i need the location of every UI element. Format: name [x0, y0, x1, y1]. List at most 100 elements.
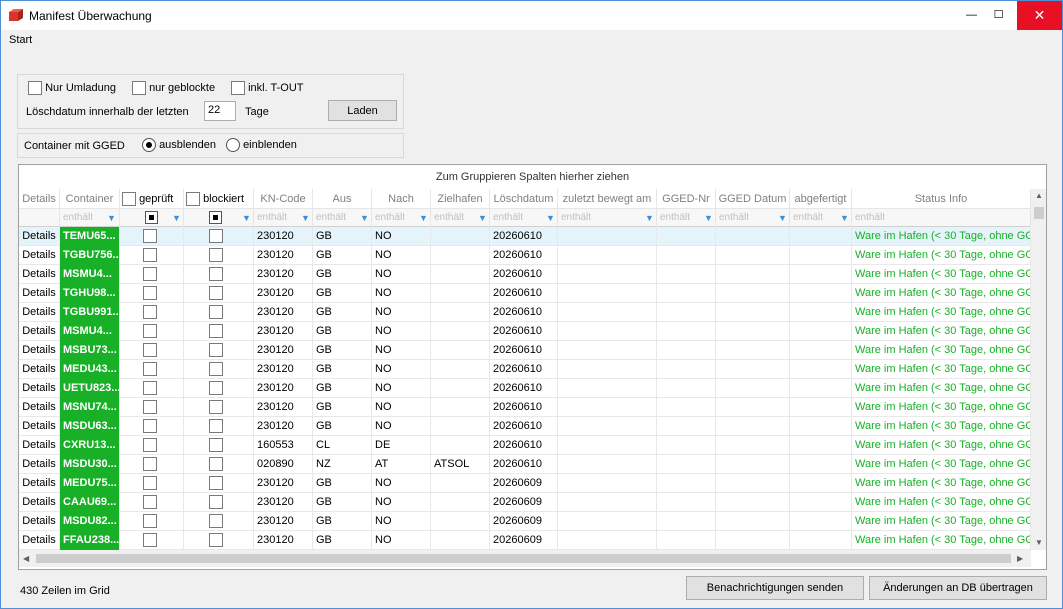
details-button[interactable]: Details: [19, 474, 60, 493]
scroll-left-icon[interactable]: ◀: [23, 554, 29, 563]
filter-status[interactable]: enthält: [852, 209, 1031, 227]
geprueft-checkbox[interactable]: [143, 514, 157, 528]
filter-icon[interactable]: ▼: [704, 213, 713, 223]
blockiert-checkbox[interactable]: [209, 381, 223, 395]
geprueft-checkbox[interactable]: [143, 419, 157, 433]
col-header-blockiert[interactable]: blockiert: [184, 189, 254, 209]
blockiert-checkbox[interactable]: [209, 286, 223, 300]
geprueft-checkbox[interactable]: [143, 229, 157, 243]
table-row[interactable]: Details CAAU69... 230120 GB NO 20260609 Ware i…: [19, 493, 1031, 512]
details-button[interactable]: Details: [19, 455, 60, 474]
filter-geprueft[interactable]: ▼: [120, 209, 184, 227]
filter-icon[interactable]: ▼: [778, 213, 787, 223]
filter-loeschdatum[interactable]: enthält ▼: [490, 209, 558, 227]
table-row[interactable]: Details MSBU73... 230120 GB NO 20260610 Ware i…: [19, 341, 1031, 360]
filter-icon[interactable]: ▼: [645, 213, 654, 223]
blockiert-checkbox[interactable]: [209, 495, 223, 509]
filter-gged-nr[interactable]: enthält ▼: [657, 209, 716, 227]
blockiert-checkbox[interactable]: [209, 457, 223, 471]
geprueft-checkbox[interactable]: [143, 267, 157, 281]
col-header-gged-datum[interactable]: GGED Datum: [716, 189, 790, 209]
geprueft-checkbox[interactable]: [143, 533, 157, 547]
details-button[interactable]: Details: [19, 246, 60, 265]
notify-button[interactable]: Benachrichtigungen senden: [686, 576, 864, 600]
details-button[interactable]: Details: [19, 417, 60, 436]
table-row[interactable]: Details FFAU238... 230120 GB NO 20260609 Ware …: [19, 531, 1031, 550]
gged-ausblenden-radio[interactable]: ausblenden: [142, 138, 216, 152]
col-header-status[interactable]: Status Info: [852, 189, 1031, 209]
laden-button[interactable]: Laden: [328, 100, 397, 121]
table-row[interactable]: Details MSDU63... 230120 GB NO 20260610 Ware i…: [19, 417, 1031, 436]
blockiert-checkbox[interactable]: [209, 248, 223, 262]
col-header-geprueft[interactable]: geprüft: [120, 189, 184, 209]
details-button[interactable]: Details: [19, 531, 60, 550]
scroll-right-icon[interactable]: ▶: [1017, 554, 1023, 563]
geprueft-checkbox[interactable]: [143, 343, 157, 357]
blockiert-checkbox[interactable]: [209, 476, 223, 490]
manifest-grid[interactable]: Zum Gruppieren Spalten hierher ziehen De…: [18, 164, 1047, 570]
table-row[interactable]: Details MEDU43... 230120 GB NO 20260610 Ware i…: [19, 360, 1031, 379]
loeschdatum-days-input[interactable]: 22: [204, 101, 236, 121]
col-header-kn-code[interactable]: KN-Code: [254, 189, 313, 209]
geprueft-checkbox[interactable]: [143, 457, 157, 471]
table-row[interactable]: Details MSMU4... 230120 GB NO 20260610 Ware im…: [19, 265, 1031, 284]
blockiert-checkbox[interactable]: [209, 229, 223, 243]
checkbox-box[interactable]: [132, 81, 146, 95]
blockiert-checkbox[interactable]: [209, 514, 223, 528]
details-button[interactable]: Details: [19, 322, 60, 341]
col-header-container[interactable]: Container: [60, 189, 120, 209]
table-row[interactable]: Details TGBU991... 230120 GB NO 20260610 Ware …: [19, 303, 1031, 322]
geprueft-checkbox[interactable]: [143, 324, 157, 338]
filter-blockiert[interactable]: ▼: [184, 209, 254, 227]
filter-icon[interactable]: ▼: [840, 213, 849, 223]
table-row[interactable]: Details TGHU98... 230120 GB NO 20260610 Ware i…: [19, 284, 1031, 303]
col-header-nach[interactable]: Nach: [372, 189, 431, 209]
table-row[interactable]: Details CXRU13... 160553 CL DE 20260610 Ware i…: [19, 436, 1031, 455]
geprueft-checkbox[interactable]: [143, 305, 157, 319]
table-row[interactable]: Details UETU823... 230120 GB NO 20260610 Ware …: [19, 379, 1031, 398]
col-header-zielhafen[interactable]: Zielhafen: [431, 189, 490, 209]
details-button[interactable]: Details: [19, 493, 60, 512]
filter-aus[interactable]: enthält ▼: [313, 209, 372, 227]
col-header-loeschdatum[interactable]: Löschdatum: [490, 189, 558, 209]
geprueft-checkbox[interactable]: [143, 286, 157, 300]
table-row[interactable]: Details MSNU74... 230120 GB NO 20260610 Ware i…: [19, 398, 1031, 417]
geprueft-checkbox[interactable]: [143, 248, 157, 262]
filter-icon[interactable]: ▼: [301, 213, 310, 223]
filter-container[interactable]: enthält ▼: [60, 209, 120, 227]
col-header-abgefertigt[interactable]: abgefertigt: [790, 189, 852, 209]
commit-changes-button[interactable]: Änderungen an DB übertragen: [869, 576, 1047, 600]
gged-einblenden-radio[interactable]: einblenden: [226, 138, 297, 152]
vertical-scroll-thumb[interactable]: [1034, 207, 1044, 219]
table-row[interactable]: Details TEMU65... 230120 GB NO 20260610 Ware i…: [19, 227, 1031, 246]
blockiert-checkbox[interactable]: [209, 305, 223, 319]
filter-nach[interactable]: enthält ▼: [372, 209, 431, 227]
filter-zielhafen[interactable]: enthält ▼: [431, 209, 490, 227]
checkbox-box[interactable]: [28, 81, 42, 95]
details-button[interactable]: Details: [19, 360, 60, 379]
blockiert-checkbox[interactable]: [209, 362, 223, 376]
details-button[interactable]: Details: [19, 379, 60, 398]
col-header-details[interactable]: Details: [19, 189, 60, 209]
geprueft-checkbox[interactable]: [143, 495, 157, 509]
blockiert-checkbox[interactable]: [209, 419, 223, 433]
radio-selected[interactable]: [142, 138, 156, 152]
close-button[interactable]: ✕: [1017, 1, 1062, 30]
details-button[interactable]: Details: [19, 265, 60, 284]
col-header-aus[interactable]: Aus: [313, 189, 372, 209]
geprueft-header-checkbox[interactable]: [122, 192, 136, 207]
menu-start[interactable]: Start: [9, 34, 32, 46]
details-button[interactable]: Details: [19, 227, 60, 246]
checkbox-box[interactable]: [231, 81, 245, 95]
blockiert-checkbox[interactable]: [209, 267, 223, 281]
col-header-zuletzt[interactable]: zuletzt bewegt am: [558, 189, 657, 209]
geprueft-checkbox[interactable]: [143, 438, 157, 452]
details-button[interactable]: Details: [19, 341, 60, 360]
geprueft-checkbox[interactable]: [143, 362, 157, 376]
table-row[interactable]: Details TGBU756... 230120 GB NO 20260610 Ware …: [19, 246, 1031, 265]
geprueft-checkbox[interactable]: [143, 381, 157, 395]
filter-abgefertigt[interactable]: enthält ▼: [790, 209, 852, 227]
filter-checkbox[interactable]: [209, 211, 222, 224]
nur-umladung-checkbox[interactable]: Nur Umladung: [28, 81, 116, 95]
vertical-scrollbar[interactable]: ▲ ▼: [1031, 189, 1046, 550]
